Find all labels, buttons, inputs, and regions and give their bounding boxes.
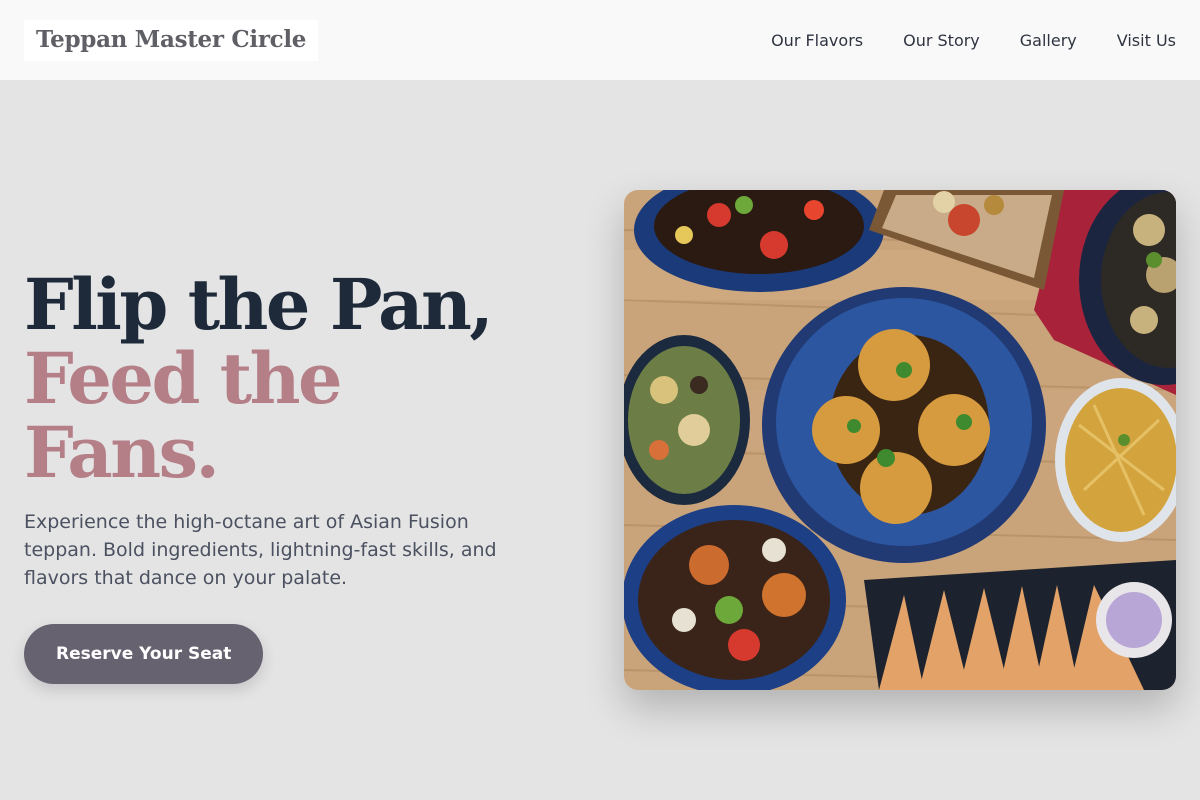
brand-logo[interactable]: Teppan Master Circle bbox=[24, 19, 319, 61]
nav-link-gallery[interactable]: Gallery bbox=[1020, 31, 1077, 50]
top-navbar: Teppan Master Circle Our Flavors Our Sto… bbox=[0, 0, 1200, 80]
nav-link-our-flavors[interactable]: Our Flavors bbox=[771, 31, 863, 50]
hero-headline-line2: Feed the Fans. bbox=[24, 337, 343, 494]
hero-food-image bbox=[624, 190, 1176, 690]
hero-text-block: Flip the Pan, Feed the Fans. Experience … bbox=[24, 268, 544, 684]
hero-headline-line1: Flip the Pan, bbox=[24, 263, 494, 346]
nav-link-our-story[interactable]: Our Story bbox=[903, 31, 980, 50]
nav-link-visit-us[interactable]: Visit Us bbox=[1117, 31, 1176, 50]
hero-headline: Flip the Pan, Feed the Fans. bbox=[24, 268, 544, 490]
hero-description: Experience the high-octane art of Asian … bbox=[24, 511, 497, 589]
main-nav: Our Flavors Our Story Gallery Visit Us bbox=[771, 31, 1176, 50]
reserve-seat-button[interactable]: Reserve Your Seat bbox=[24, 624, 264, 684]
